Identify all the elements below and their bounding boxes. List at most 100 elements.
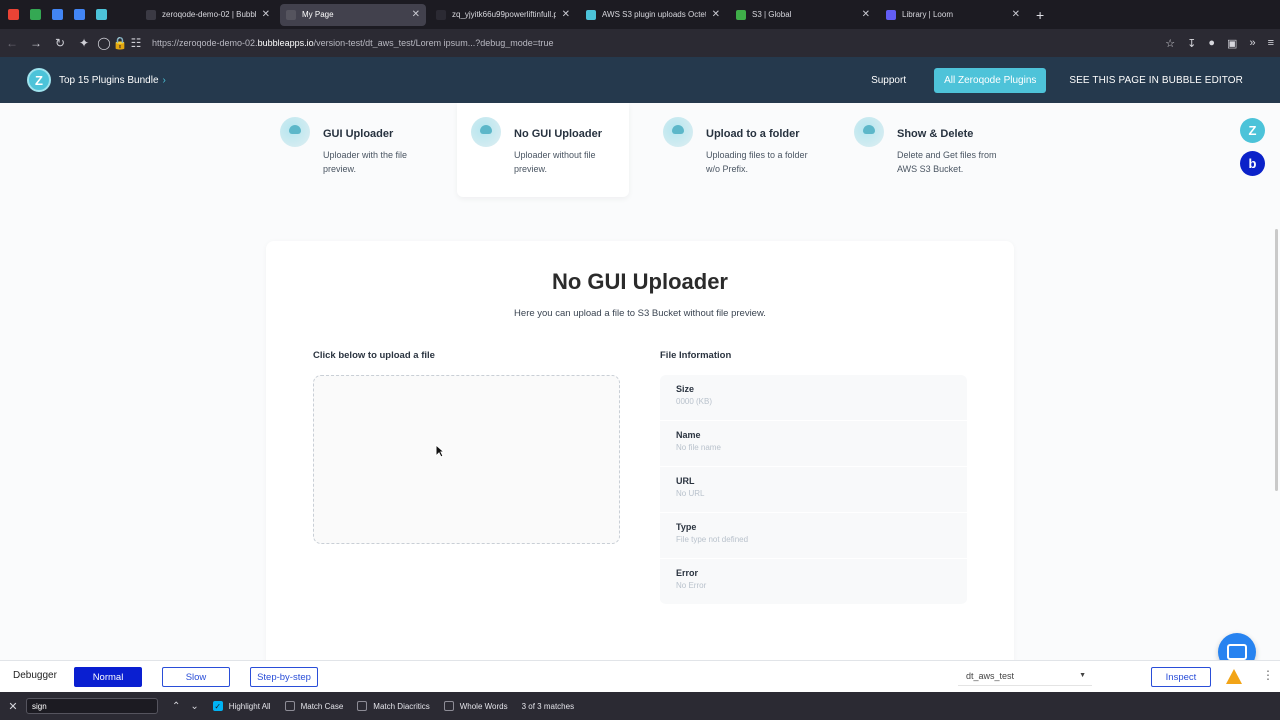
page-scrollbar[interactable] bbox=[1275, 229, 1278, 491]
next-match-icon[interactable]: ⌄ bbox=[190, 701, 198, 712]
file-info-panel: Size 0000 (KB) Name No file name URL No URL Ty… bbox=[660, 375, 967, 605]
tab-close-icon[interactable]: ✕ bbox=[406, 9, 420, 20]
feature-tab[interactable]: GUI Uploader Uploader with the file previ… bbox=[266, 103, 438, 197]
tab-title: Library | Loom bbox=[902, 10, 953, 19]
browser-tab[interactable]: zq_yjyitk66u99powerliftinfull.pdf ✕ bbox=[430, 4, 576, 26]
feature-description: Uploader without file preview. bbox=[514, 150, 596, 174]
tab-title: S3 | Global bbox=[752, 10, 792, 19]
sheets-icon[interactable] bbox=[30, 9, 41, 20]
info-key: Type bbox=[676, 522, 697, 532]
support-link[interactable]: Support bbox=[871, 75, 906, 86]
reload-icon[interactable]: ↻ bbox=[48, 36, 72, 50]
see-page-in-editor-link[interactable]: SEE THIS PAGE IN BUBBLE EDITOR bbox=[1069, 75, 1243, 86]
page-select[interactable]: dt_aws_test ▼ bbox=[958, 668, 1092, 686]
close-icon[interactable]: ✕ bbox=[0, 700, 26, 713]
tab-title: My Page bbox=[302, 10, 334, 19]
browser-tab[interactable]: Library | Loom ✕ bbox=[880, 4, 1026, 26]
tab-favicon-icon bbox=[886, 9, 896, 20]
permissions-icon[interactable]: ☷ bbox=[128, 36, 144, 50]
drive-folder-icon[interactable] bbox=[52, 9, 63, 20]
find-option[interactable]: ✓ Highlight All bbox=[212, 701, 271, 711]
cloud-upload-icon bbox=[471, 117, 501, 147]
download-icon[interactable]: ↧ bbox=[1187, 37, 1196, 50]
inspect-button[interactable]: Inspect bbox=[1151, 667, 1211, 687]
browser-tab[interactable]: zeroqode-demo-02 | Bubble Ed✕ bbox=[140, 4, 276, 26]
feature-tab[interactable]: Show & Delete Delete and Get files from A… bbox=[840, 103, 1012, 197]
tab-strip: zeroqode-demo-02 | Bubble Ed✕My Page✕zq_… bbox=[140, 3, 1030, 26]
checkbox-icon[interactable] bbox=[443, 701, 454, 711]
tab-close-icon[interactable]: ✕ bbox=[256, 9, 270, 20]
slow-speed-button[interactable]: Slow bbox=[162, 667, 230, 687]
gmail-icon[interactable] bbox=[8, 9, 19, 20]
bundle-label: Top 15 Plugins Bundle bbox=[59, 74, 159, 86]
bundle-link[interactable]: Top 15 Plugins Bundle › bbox=[59, 75, 166, 86]
tab-close-icon[interactable]: ✕ bbox=[556, 9, 570, 20]
feature-tab[interactable]: No GUI Uploader Uploader without file pre… bbox=[457, 103, 629, 197]
info-row: Size 0000 (KB) bbox=[660, 375, 967, 421]
tab-close-icon[interactable]: ✕ bbox=[856, 9, 870, 20]
find-option[interactable]: Match Case bbox=[284, 701, 343, 711]
account-icon[interactable]: ● bbox=[1208, 37, 1215, 49]
tab-title: AWS S3 plugin uploads Octet-S bbox=[602, 10, 706, 19]
previous-match-icon[interactable]: ⌃ bbox=[172, 701, 180, 712]
info-row: Name No file name bbox=[660, 421, 967, 467]
info-value: File type not defined bbox=[676, 535, 749, 544]
forward-arrow-icon[interactable]: → bbox=[24, 36, 48, 50]
extensions-icon[interactable]: ▣ bbox=[1227, 37, 1237, 50]
bubble-debugger: Debugger Normal Slow Step-by-step dt_aws… bbox=[0, 660, 1280, 692]
browser-tab[interactable]: S3 | Global ✕ bbox=[730, 4, 876, 26]
page-content: GUI Uploader Uploader with the file previ… bbox=[0, 103, 1280, 660]
page-title: No GUI Uploader bbox=[551, 269, 728, 294]
checkbox-icon[interactable] bbox=[357, 701, 368, 711]
tab-favicon-icon bbox=[736, 9, 746, 20]
warning-icon[interactable] bbox=[1226, 669, 1242, 684]
hamburger-menu-icon[interactable]: ≡ bbox=[1268, 37, 1274, 49]
bookmark-star-icon[interactable]: ☆ bbox=[1165, 37, 1175, 50]
zeroqode-logo[interactable]: Z bbox=[27, 68, 51, 92]
info-row: URL No URL bbox=[660, 467, 967, 513]
all-plugins-button[interactable]: All Zeroqode Plugins bbox=[934, 67, 1047, 93]
find-input[interactable] bbox=[26, 698, 158, 714]
tab-close-icon[interactable]: ✕ bbox=[706, 9, 720, 20]
checkbox-icon[interactable]: ✓ bbox=[212, 701, 223, 711]
step-by-step-button[interactable]: Step-by-step bbox=[250, 667, 318, 687]
feature-description: Uploading files to a folder w/o Prefix. bbox=[706, 150, 808, 174]
normal-speed-button[interactable]: Normal bbox=[74, 667, 142, 687]
info-key: URL bbox=[676, 476, 695, 486]
find-option-label: Highlight All bbox=[228, 701, 271, 711]
file-dropzone[interactable] bbox=[313, 375, 620, 544]
checkbox-icon[interactable] bbox=[284, 701, 295, 711]
find-option[interactable]: Whole Words bbox=[443, 701, 508, 711]
info-value: No URL bbox=[676, 489, 705, 498]
page-subtitle: Here you can upload a file to S3 Bucket … bbox=[514, 308, 766, 319]
header-nav: Support All Zeroqode Plugins SEE THIS PA… bbox=[871, 57, 1243, 103]
feature-title: No GUI Uploader bbox=[514, 128, 603, 140]
bubble-side-button[interactable]: b bbox=[1240, 151, 1265, 176]
find-option[interactable]: Match Diacritics bbox=[357, 701, 430, 711]
tools-icon[interactable]: ✦ bbox=[72, 36, 96, 50]
zeroqode-side-button[interactable]: Z bbox=[1240, 118, 1265, 143]
info-row: Type File type not defined bbox=[660, 513, 967, 559]
info-key: Name bbox=[676, 430, 701, 440]
tab-close-icon[interactable]: ✕ bbox=[1006, 9, 1020, 20]
url-prefix: https://zeroqode-demo-02. bbox=[152, 38, 258, 48]
url-field[interactable]: https://zeroqode-demo-02.bubbleapps.io/v… bbox=[152, 38, 852, 48]
chat-support-button[interactable] bbox=[1218, 633, 1256, 660]
tab-favicon-icon bbox=[586, 9, 596, 20]
file-info-label: File Information bbox=[660, 350, 732, 361]
shield-icon[interactable]: ◯ bbox=[96, 36, 112, 50]
new-tab-plus-icon[interactable]: + bbox=[1036, 7, 1044, 23]
browser-tab-bar: zeroqode-demo-02 | Bubble Ed✕My Page✕zq_… bbox=[0, 0, 1280, 29]
back-arrow-icon[interactable]: ← bbox=[0, 36, 24, 50]
more-options-icon[interactable]: ⋮ bbox=[1262, 668, 1274, 682]
browser-tab[interactable]: My Page ✕ bbox=[280, 3, 426, 26]
caret-down-icon: ▼ bbox=[1079, 672, 1086, 679]
docs-icon[interactable] bbox=[74, 9, 85, 20]
overflow-chevrons-icon[interactable]: » bbox=[1249, 37, 1255, 49]
zeroqode-icon[interactable] bbox=[96, 9, 107, 20]
feature-title: Upload to a folder bbox=[706, 128, 800, 140]
match-count: 3 of 3 matches bbox=[521, 701, 575, 711]
browser-tab[interactable]: AWS S3 plugin uploads Octet-S ✕ bbox=[580, 4, 726, 26]
feature-tab[interactable]: Upload to a folder Uploading files to a f… bbox=[649, 103, 821, 197]
find-options: ✓ Highlight All Match Case Match Diacritics… bbox=[199, 701, 508, 711]
